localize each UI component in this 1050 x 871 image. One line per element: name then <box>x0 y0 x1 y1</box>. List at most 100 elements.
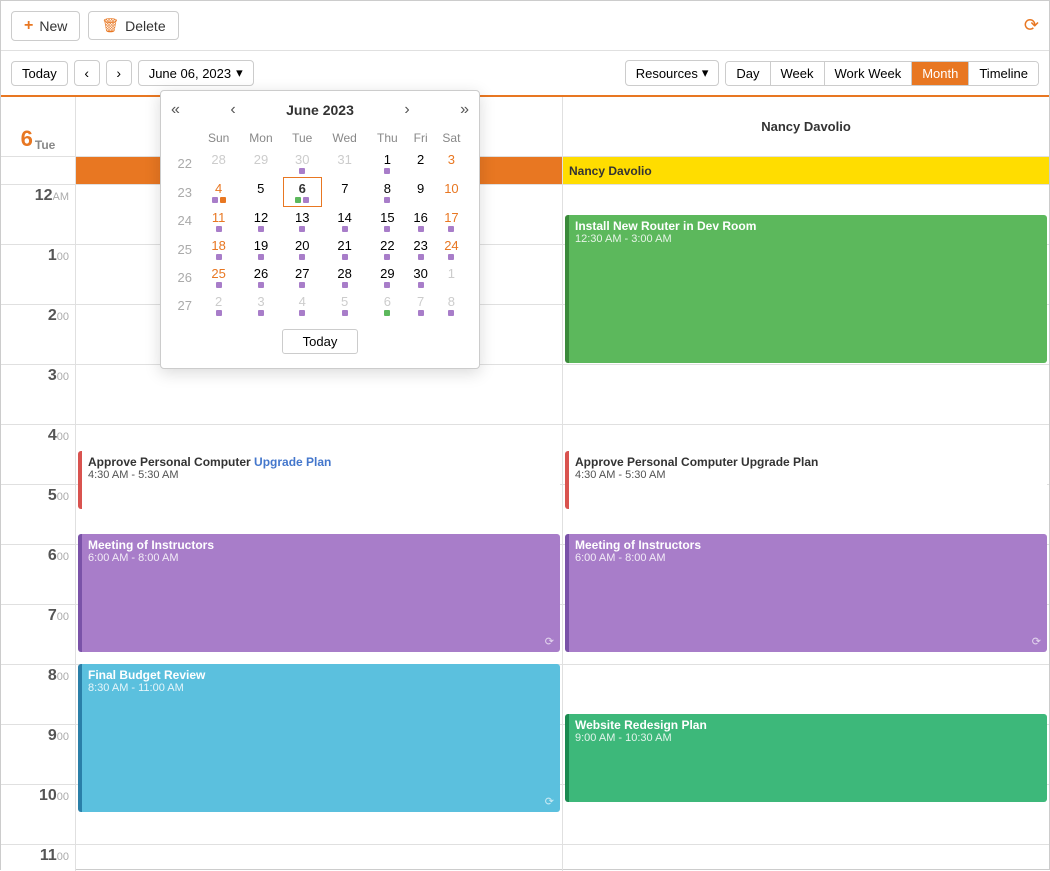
new-label: New <box>39 18 67 34</box>
date-picker-button[interactable]: June 06, 2023 ▾ <box>138 60 254 86</box>
time-column: 6 Tue 12AM 100 200 300 400 500 600 700 8 <box>1 97 76 871</box>
mini-cal-day[interactable]: 30 <box>407 263 434 291</box>
mini-cal-day[interactable]: 2 <box>407 149 434 178</box>
trash-icon: 🗑 <box>101 17 119 34</box>
event-router-2[interactable]: Install New Router in Dev Room 12:30 AM … <box>565 215 1047 363</box>
slot-11-2 <box>563 845 1049 871</box>
day-col-2: Nancy Davolio Nancy Davolio <box>563 97 1049 871</box>
week-num: 25 <box>171 235 198 263</box>
today-button[interactable]: Today <box>11 61 68 86</box>
week-num: 23 <box>171 178 198 207</box>
refresh-button[interactable]: ⟳ <box>1024 15 1039 36</box>
mini-cal-day[interactable]: 9 <box>407 178 434 207</box>
mini-cal-day[interactable]: 22 <box>368 235 407 263</box>
mini-cal-day[interactable]: 13 <box>283 207 321 236</box>
mini-cal-day[interactable]: 1 <box>368 149 407 178</box>
all-day-spacer <box>1 157 75 185</box>
new-button[interactable]: + New <box>11 11 80 41</box>
nav-right: Resources ▾ Day Week Work Week Month Tim… <box>625 60 1039 86</box>
event-meeting-2[interactable]: Meeting of Instructors 6:00 AM - 8:00 AM… <box>565 534 1047 652</box>
calendar-area: 6 Tue 12AM 100 200 300 400 500 600 700 8 <box>1 97 1049 871</box>
mini-cal-day[interactable]: 17 <box>434 207 468 236</box>
mini-cal-day[interactable]: 18 <box>198 235 238 263</box>
mini-cal-day[interactable]: 25 <box>198 263 238 291</box>
mini-cal-day[interactable]: 28 <box>321 263 367 291</box>
sun-header: Sun <box>198 127 238 149</box>
slot-3-1 <box>76 365 562 425</box>
mini-cal-day[interactable]: 28 <box>198 149 238 178</box>
wed-header: Wed <box>321 127 367 149</box>
mini-cal-day[interactable]: 1 <box>434 263 468 291</box>
mini-cal-day[interactable]: 15 <box>368 207 407 236</box>
event-meeting-1[interactable]: Meeting of Instructors 6:00 AM - 8:00 AM… <box>78 534 560 652</box>
week-num: 24 <box>171 207 198 236</box>
mini-cal-day[interactable]: 6 <box>368 291 407 319</box>
mini-cal-day[interactable]: 11 <box>198 207 238 236</box>
mini-cal-next-month[interactable]: › <box>404 101 409 119</box>
tab-month[interactable]: Month <box>912 62 969 85</box>
all-day-event-2[interactable]: Nancy Davolio <box>563 157 1049 184</box>
resources-label: Resources <box>636 66 698 81</box>
mini-cal-day[interactable]: 8 <box>434 291 468 319</box>
mini-cal-next-year[interactable]: » <box>460 101 469 119</box>
time-slot-2: 200 <box>1 305 75 365</box>
next-button[interactable]: › <box>106 60 132 86</box>
event-approve-2[interactable]: Approve Personal Computer Upgrade Plan 4… <box>565 451 1047 509</box>
week-num: 26 <box>171 263 198 291</box>
mini-cal-day[interactable]: 27 <box>283 263 321 291</box>
time-slot-8: 800 <box>1 665 75 725</box>
mini-cal-day[interactable]: 5 <box>239 178 283 207</box>
thu-header: Thu <box>368 127 407 149</box>
nav-left: Today ‹ › June 06, 2023 ▾ <box>11 60 254 86</box>
tab-work-week[interactable]: Work Week <box>825 62 913 85</box>
mini-cal-day[interactable]: 14 <box>321 207 367 236</box>
chevron-down-icon: ▾ <box>236 65 243 81</box>
nav-bar: Today ‹ › June 06, 2023 ▾ Resources ▾ Da… <box>1 51 1049 97</box>
mini-cal-day[interactable]: 7 <box>407 291 434 319</box>
event-approve-1[interactable]: Approve Personal Computer Upgrade Plan 4… <box>78 451 560 509</box>
prev-button[interactable]: ‹ <box>74 60 100 86</box>
mini-cal-day[interactable]: 4 <box>198 178 238 207</box>
resources-button[interactable]: Resources ▾ <box>625 60 720 86</box>
slot-3-2 <box>563 365 1049 425</box>
mini-cal-day[interactable]: 8 <box>368 178 407 207</box>
resources-chevron-icon: ▾ <box>702 65 709 81</box>
mini-cal-day[interactable]: 29 <box>239 149 283 178</box>
week-col-header <box>171 127 198 149</box>
mini-cal-day[interactable]: 16 <box>407 207 434 236</box>
mini-cal-day[interactable]: 4 <box>283 291 321 319</box>
mini-cal-day[interactable]: 24 <box>434 235 468 263</box>
toolbar: + New 🗑 Delete ⟳ <box>1 1 1049 51</box>
event-budget-1[interactable]: Final Budget Review 8:30 AM - 11:00 AM ⟳ <box>78 664 560 812</box>
tab-week[interactable]: Week <box>771 62 825 85</box>
time-slot-7: 700 <box>1 605 75 665</box>
event-website-2[interactable]: Website Redesign Plan 9:00 AM - 10:30 AM <box>565 714 1047 802</box>
day-label: Tue <box>35 138 55 152</box>
mini-cal-day[interactable]: 23 <box>407 235 434 263</box>
mini-cal-day[interactable]: 5 <box>321 291 367 319</box>
recur-icon-2: ⟳ <box>1032 635 1041 648</box>
mini-cal-day[interactable]: 29 <box>368 263 407 291</box>
mini-cal-day[interactable]: 30 <box>283 149 321 178</box>
delete-button[interactable]: 🗑 Delete <box>88 11 178 40</box>
mini-calendar-popup: « ‹ June 2023 › » Sun Mon Tue Wed Thu Fr… <box>160 90 480 369</box>
mini-cal-day[interactable]: 12 <box>239 207 283 236</box>
mini-cal-day[interactable]: 31 <box>321 149 367 178</box>
mini-cal-today-button[interactable]: Today <box>282 329 359 354</box>
mini-cal-day[interactable]: 19 <box>239 235 283 263</box>
tab-timeline[interactable]: Timeline <box>969 62 1038 85</box>
mini-cal-day[interactable]: 7 <box>321 178 367 207</box>
mini-cal-day[interactable]: 21 <box>321 235 367 263</box>
mini-cal-grid: Sun Mon Tue Wed Thu Fri Sat 222829303112… <box>171 127 469 319</box>
mini-cal-day[interactable]: 3 <box>434 149 468 178</box>
mini-cal-day[interactable]: 26 <box>239 263 283 291</box>
mini-cal-day[interactable]: 3 <box>239 291 283 319</box>
mini-cal-day[interactable]: 10 <box>434 178 468 207</box>
mini-cal-day[interactable]: 6 <box>283 178 321 207</box>
tab-day[interactable]: Day <box>726 62 770 85</box>
mini-cal-header: « ‹ June 2023 › » <box>171 101 469 119</box>
mini-cal-day[interactable]: 20 <box>283 235 321 263</box>
mini-cal-day[interactable]: 2 <box>198 291 238 319</box>
mini-cal-prev-month[interactable]: ‹ <box>230 101 235 119</box>
mini-cal-prev-year[interactable]: « <box>171 101 180 119</box>
